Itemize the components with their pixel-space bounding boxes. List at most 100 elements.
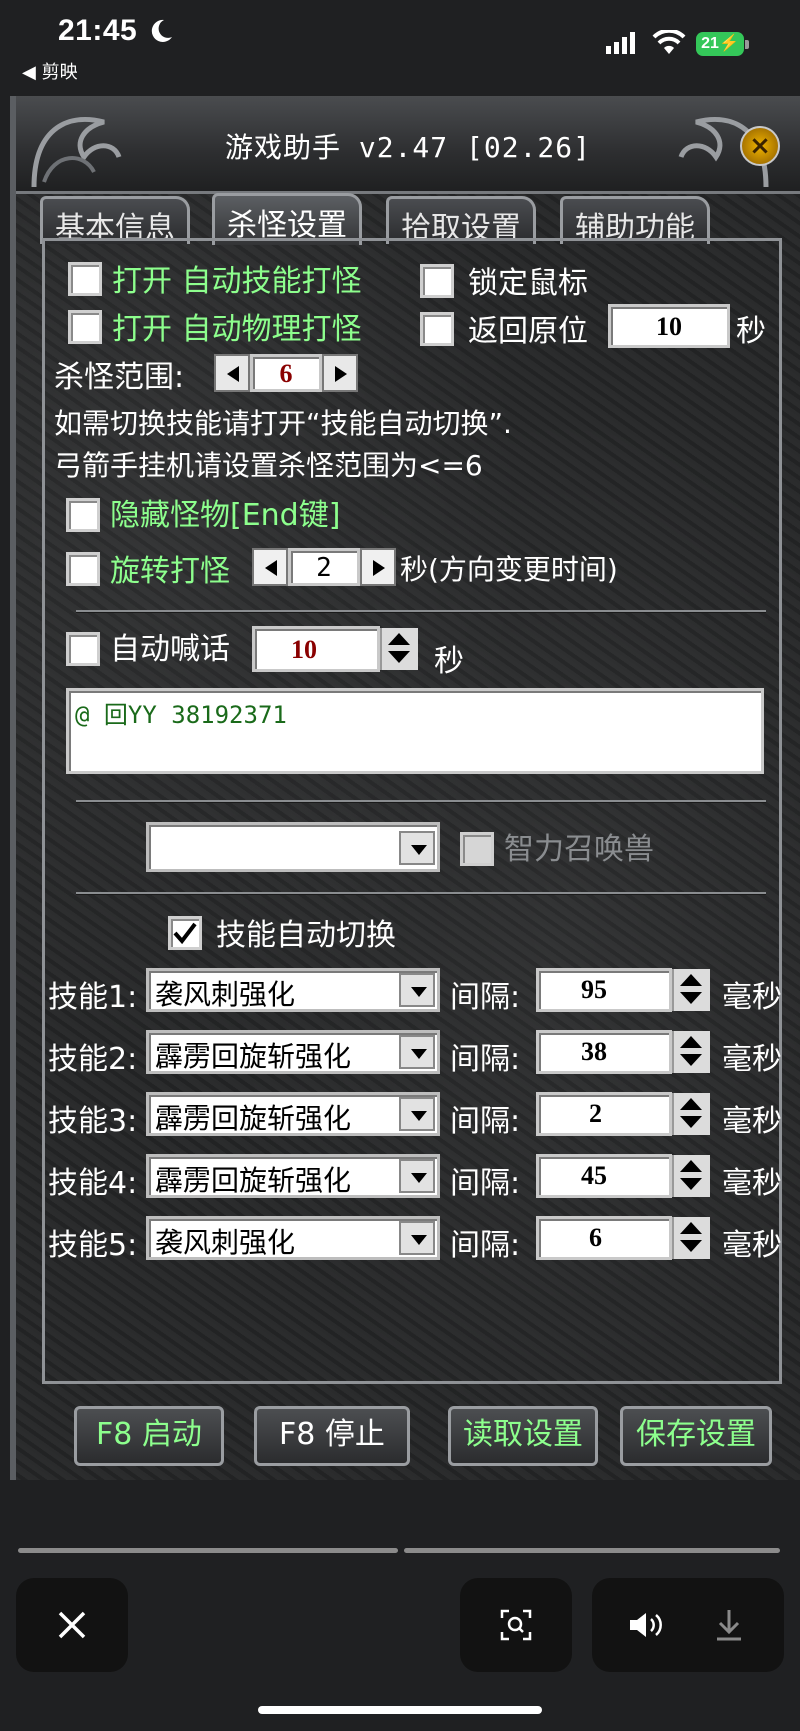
rotate-increase-button[interactable]: [360, 548, 396, 586]
tab-basic-info[interactable]: 基本信息: [40, 196, 190, 246]
chevron-down-icon: [411, 1049, 427, 1059]
shout-message-input[interactable]: @ 回YY 38192371: [66, 688, 764, 774]
battery-level: 21: [701, 35, 719, 52]
ms-unit: 毫秒: [722, 1042, 782, 1077]
skill-auto-switch-label: 技能自动切换: [216, 918, 396, 953]
auto-physical-label: 打开 自动物理打怪: [112, 312, 362, 347]
interval-input[interactable]: 6: [536, 1216, 672, 1260]
home-indicator[interactable]: [258, 1706, 542, 1714]
shout-interval-input[interactable]: 10: [252, 626, 380, 672]
shout-unit: 秒: [434, 644, 464, 679]
checkmark-icon: [173, 922, 197, 945]
tab-pickup-settings[interactable]: 拾取设置: [386, 196, 536, 246]
download-icon[interactable]: [714, 1608, 744, 1642]
dropdown-button[interactable]: [399, 973, 435, 1007]
battery-indicator: 21⚡: [696, 32, 744, 56]
visual-search-button[interactable]: [460, 1578, 572, 1672]
return-position-checkbox[interactable]: [420, 312, 454, 346]
tab-assist-functions[interactable]: 辅助功能: [560, 196, 710, 246]
skill-select[interactable]: 霹雳回旋斩强化: [146, 1154, 440, 1198]
dropdown-button[interactable]: [399, 1097, 435, 1131]
interval-input[interactable]: 2: [536, 1092, 672, 1136]
lock-mouse-checkbox[interactable]: [420, 264, 454, 298]
rotate-decrease-button[interactable]: [252, 548, 288, 586]
close-button[interactable]: ×: [740, 126, 780, 166]
skill-select[interactable]: 霹雳回旋斩强化: [146, 1092, 440, 1136]
dropdown-button[interactable]: [399, 1159, 435, 1193]
skill-label: 技能5:: [48, 1228, 138, 1263]
return-seconds-input[interactable]: 10: [608, 304, 730, 348]
triangle-right-icon: [373, 560, 385, 576]
dropdown-button[interactable]: [399, 831, 435, 865]
skill-label: 技能3:: [48, 1104, 138, 1139]
spinner-arrows-icon: [680, 1160, 702, 1190]
archer-range-hint: 弓箭手挂机请设置杀怪范围为<=6: [54, 449, 483, 482]
auto-skill-checkbox[interactable]: [68, 262, 102, 296]
chevron-down-icon: [411, 845, 427, 855]
skill-auto-switch-checkbox[interactable]: [168, 916, 202, 950]
chevron-down-icon: [411, 1111, 427, 1121]
skill-select-value: 袭风刺强化: [155, 1226, 296, 1259]
close-player-button[interactable]: [16, 1578, 128, 1672]
progress-segment[interactable]: [404, 1548, 780, 1553]
divider: [76, 800, 766, 802]
hide-monsters-checkbox[interactable]: [66, 498, 100, 532]
rotate-value[interactable]: 2: [288, 548, 360, 586]
skill-select[interactable]: 袭风刺强化: [146, 968, 440, 1012]
spinner-arrows-icon: [680, 1098, 702, 1128]
rotate-attack-label: 旋转打怪: [110, 554, 230, 589]
back-to-app-link[interactable]: ◀ 剪映: [22, 58, 78, 84]
shout-spinner[interactable]: [380, 628, 418, 670]
interval-spinner[interactable]: [672, 969, 710, 1011]
hide-monsters-label: 隐藏怪物[End键]: [110, 498, 341, 533]
return-seconds-unit: 秒: [736, 314, 766, 349]
auto-physical-checkbox[interactable]: [68, 310, 102, 344]
rotate-attack-checkbox[interactable]: [66, 552, 100, 586]
f8-start-button[interactable]: F8 启动: [74, 1406, 224, 1466]
moon-icon: [151, 19, 172, 42]
progress-segment[interactable]: [18, 1548, 398, 1553]
audio-download-group: [592, 1578, 784, 1672]
auto-shout-checkbox[interactable]: [66, 632, 100, 666]
dropdown-button[interactable]: [399, 1035, 435, 1069]
interval-label: 间隔:: [450, 1166, 521, 1201]
ms-unit: 毫秒: [722, 1228, 782, 1263]
volume-icon[interactable]: [628, 1610, 666, 1640]
interval-input[interactable]: 38: [536, 1030, 672, 1074]
skill-select[interactable]: 霹雳回旋斩强化: [146, 1030, 440, 1074]
dropdown-button[interactable]: [399, 1221, 435, 1255]
interval-label: 间隔:: [450, 980, 521, 1015]
interval-spinner[interactable]: [672, 1093, 710, 1135]
range-increase-button[interactable]: [322, 354, 358, 392]
skill-label: 技能4:: [48, 1166, 138, 1201]
skill-select-value: 袭风刺强化: [155, 978, 296, 1011]
interval-label: 间隔:: [450, 1042, 521, 1077]
window-title: 游戏助手 v2.47 [02.26]: [224, 131, 591, 164]
interval-input[interactable]: 45: [536, 1154, 672, 1198]
interval-spinner[interactable]: [672, 1217, 710, 1259]
spinner-arrows-icon: [680, 974, 702, 1004]
spinner-arrows-icon: [680, 1222, 702, 1252]
battery-cap: [745, 40, 749, 49]
auto-shout-label: 自动喊话: [110, 632, 230, 667]
triangle-left-icon: [265, 560, 277, 576]
skill-select[interactable]: 袭风刺强化: [146, 1216, 440, 1260]
interval-spinner[interactable]: [672, 1031, 710, 1073]
skill-label: 技能2:: [48, 1042, 138, 1077]
range-decrease-button[interactable]: [214, 354, 250, 392]
load-settings-button[interactable]: 读取设置: [448, 1406, 598, 1466]
interval-spinner[interactable]: [672, 1155, 710, 1197]
summon-beast-checkbox[interactable]: [460, 832, 494, 866]
interval-input[interactable]: 95: [536, 968, 672, 1012]
skill-label: 技能1:: [48, 980, 138, 1015]
cellular-signal-icon: [606, 32, 635, 54]
f8-stop-button[interactable]: F8 停止: [254, 1406, 410, 1466]
save-settings-button[interactable]: 保存设置: [620, 1406, 772, 1466]
skill-select-value: 霹雳回旋斩强化: [155, 1040, 352, 1073]
divider: [76, 610, 766, 612]
triangle-left-icon: [227, 366, 239, 382]
spinner-arrows-icon: [388, 633, 410, 663]
summon-select[interactable]: [146, 822, 440, 872]
spinner-arrows-icon: [680, 1036, 702, 1066]
range-value[interactable]: 6: [250, 354, 322, 392]
